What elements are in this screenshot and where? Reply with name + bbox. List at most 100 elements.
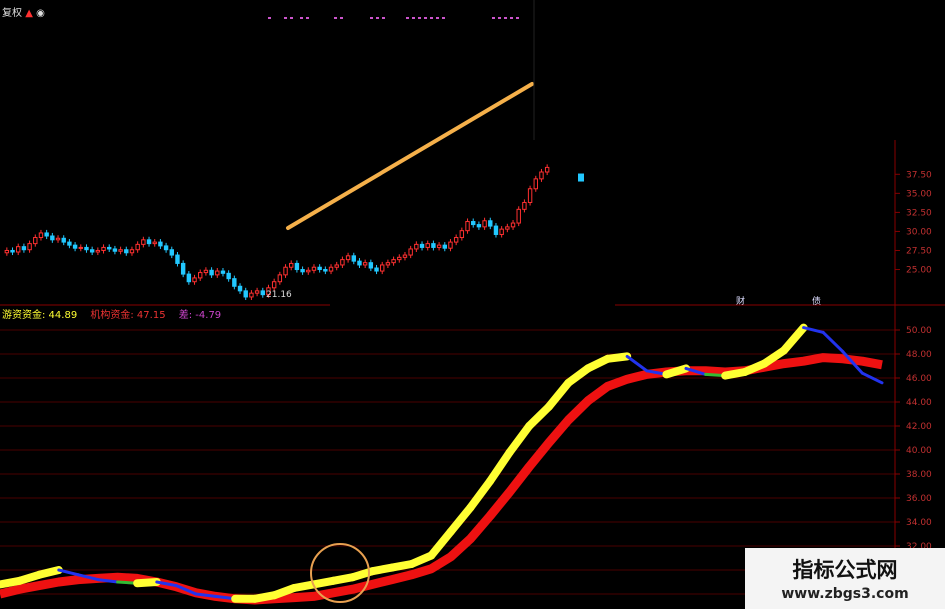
candle-body xyxy=(374,267,379,272)
candle-body xyxy=(152,241,157,245)
y-tick-label: 30.00 xyxy=(906,227,932,237)
candle-body xyxy=(527,188,533,203)
y-tick-label: 36.00 xyxy=(906,494,932,504)
retail-segment xyxy=(427,527,455,560)
candle-body xyxy=(38,232,44,239)
watermark: 指标公式网 www.zbgs3.com xyxy=(745,548,945,609)
candle-body xyxy=(300,269,305,273)
y-tick-label: 46.00 xyxy=(906,374,932,384)
retail-segment xyxy=(544,378,573,411)
y-tick-label: 40.00 xyxy=(906,446,932,456)
candle-body xyxy=(334,264,339,268)
legend-inst: 机构资金: 47.15 xyxy=(90,310,166,321)
y-tick-label: 27.50 xyxy=(906,246,932,256)
candle-body xyxy=(306,269,311,273)
signal-dot xyxy=(284,17,287,19)
candle-body xyxy=(442,244,447,249)
candle-body xyxy=(237,285,243,292)
candle-body xyxy=(459,230,465,239)
chart-title: 复权 ▲ ◉ xyxy=(2,4,45,19)
candle-body xyxy=(4,249,10,254)
signal-dot xyxy=(442,17,445,19)
signal-dot xyxy=(418,17,421,19)
indicator-legend: 游资资金: 44.89 机构资金: 47.15 差: -4.79 xyxy=(2,306,231,321)
candle-body xyxy=(249,292,254,298)
candle-body xyxy=(328,266,334,272)
y-tick-label: 37.50 xyxy=(906,170,932,180)
retail-segment xyxy=(486,448,514,486)
candle-body xyxy=(215,270,220,276)
candle-body xyxy=(385,262,391,266)
candle-body xyxy=(78,246,83,249)
candle-body xyxy=(163,245,169,251)
signal-dot xyxy=(376,17,379,19)
y-tick-label: 32.50 xyxy=(906,208,932,218)
retail-segment xyxy=(35,566,63,579)
candle-body xyxy=(61,237,66,243)
candle-body xyxy=(271,281,277,289)
candle-body xyxy=(397,256,402,261)
candle-body xyxy=(544,166,550,173)
retail-segment xyxy=(466,477,494,512)
y-tick-label: 44.00 xyxy=(906,398,932,408)
candle-body xyxy=(465,221,470,232)
signal-dot xyxy=(492,17,495,19)
candle-body xyxy=(89,249,95,253)
candle-body xyxy=(146,239,152,245)
retail-segment xyxy=(525,402,553,430)
candle-body xyxy=(277,274,283,283)
y-tick-label: 42.00 xyxy=(906,422,932,432)
candle-body xyxy=(345,255,351,261)
candle-body xyxy=(175,254,180,264)
candle-body xyxy=(84,246,89,251)
sell-dots xyxy=(268,17,519,19)
signal-dot xyxy=(290,17,293,19)
candle-body xyxy=(391,259,396,264)
candle-body xyxy=(431,243,436,248)
candles xyxy=(4,164,584,300)
candle-body xyxy=(294,262,300,271)
signal-dot xyxy=(340,17,343,19)
legend-retail: 游资资金: 44.89 xyxy=(2,310,78,321)
candle-body xyxy=(226,272,231,280)
settings-icon[interactable]: ◉ xyxy=(36,8,45,19)
candle-body xyxy=(436,244,442,248)
y-tick-label: 35.00 xyxy=(906,189,932,199)
candle-body xyxy=(27,243,32,251)
candle-body xyxy=(533,178,538,190)
y-tick-label: 38.00 xyxy=(906,470,932,480)
signal-dot xyxy=(510,17,513,19)
candle-body xyxy=(50,235,55,241)
y-tick-labels: 37.50 35.00 32.50 30.00 27.50 25.00 50.00 48.00… xyxy=(906,170,932,600)
candle-body xyxy=(67,241,72,246)
signal-dot xyxy=(268,17,271,19)
y-tick-label: 25.00 xyxy=(906,266,932,276)
candle-body xyxy=(368,262,374,269)
candle-body xyxy=(101,246,106,251)
signal-dot xyxy=(334,17,337,19)
retail-segment xyxy=(625,354,649,373)
candle-body xyxy=(95,249,101,253)
retail-segment xyxy=(133,578,161,588)
retail-segment xyxy=(603,352,632,363)
candle-body xyxy=(209,269,214,276)
signal-dot xyxy=(300,17,303,19)
candle-body xyxy=(380,264,385,272)
candle-body xyxy=(402,254,408,258)
trend-line-stroke xyxy=(286,82,534,230)
candle-body xyxy=(129,249,135,254)
signal-dot xyxy=(406,17,409,19)
y-tick-label: 34.00 xyxy=(906,518,932,528)
candle-body xyxy=(192,277,197,283)
watermark-url: www.zbgs3.com xyxy=(781,586,909,602)
candle-body xyxy=(414,243,419,250)
candle-body xyxy=(340,259,345,266)
retail-segment xyxy=(821,330,845,354)
signal-dot xyxy=(430,17,433,19)
candle-body xyxy=(55,237,61,241)
signal-dot xyxy=(370,17,373,19)
candle-body xyxy=(243,290,248,298)
candle-body xyxy=(522,201,527,210)
candle-body xyxy=(107,246,112,250)
retail-segment xyxy=(505,422,534,457)
